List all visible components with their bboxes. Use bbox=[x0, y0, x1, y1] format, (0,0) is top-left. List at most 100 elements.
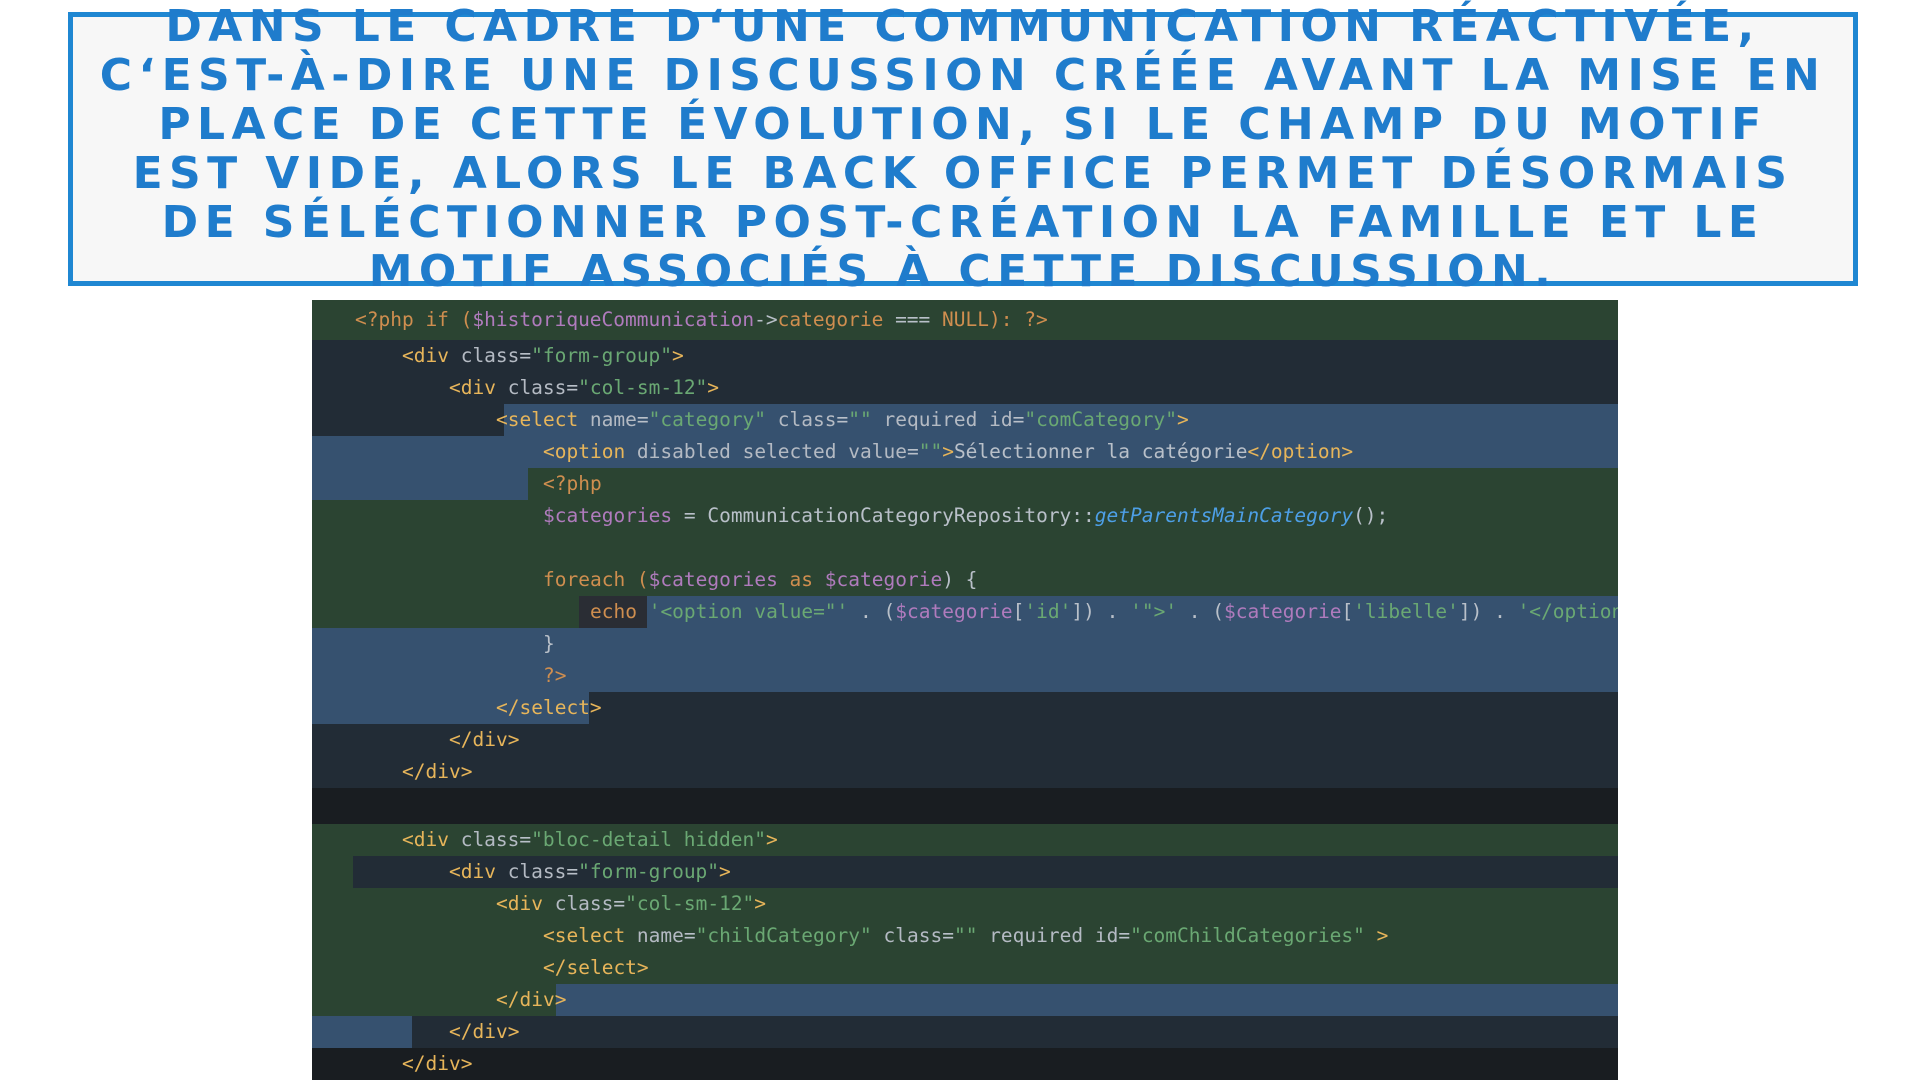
code-line: <div class="bloc-detail hidden"> bbox=[312, 824, 1618, 856]
line-highlight bbox=[312, 1016, 412, 1048]
line-highlight bbox=[528, 468, 1618, 500]
code-token: = bbox=[613, 892, 626, 915]
code-token: $categories bbox=[648, 568, 778, 591]
code-line: <div class="form-group"> bbox=[312, 856, 1618, 888]
code-token: $categorie bbox=[895, 600, 1013, 623]
code-token: = bbox=[566, 376, 579, 399]
code-token: '</option>'; bbox=[1517, 600, 1618, 623]
code-token: [ bbox=[1012, 600, 1025, 623]
line-highlight bbox=[312, 468, 528, 500]
code-text: <div class="form-group"> bbox=[402, 340, 684, 372]
code-token: required id bbox=[977, 924, 1119, 947]
code-token: = bbox=[636, 408, 649, 431]
code-token: </option> bbox=[1247, 440, 1354, 463]
code-token: (); bbox=[1353, 504, 1389, 527]
code-text: } bbox=[543, 628, 555, 660]
code-token: 'id' bbox=[1024, 600, 1072, 623]
code-token: class bbox=[507, 376, 567, 399]
code-token: . ( bbox=[1177, 600, 1225, 623]
code-text: <?php bbox=[543, 468, 602, 500]
code-token: > bbox=[765, 828, 778, 851]
code-token: "form-group" bbox=[531, 344, 673, 367]
code-token: = bbox=[519, 344, 532, 367]
code-token: = bbox=[566, 860, 579, 883]
code-token: class bbox=[871, 924, 943, 947]
code-line: foreach ($categories as $categorie) { bbox=[312, 564, 1618, 596]
line-highlight bbox=[312, 788, 1618, 824]
code-editor: <?php if ($historiqueCommunication->cate… bbox=[312, 300, 1618, 1080]
code-token: <div bbox=[402, 828, 461, 851]
code-token: ?> bbox=[543, 664, 567, 687]
code-token: "comCategory" bbox=[1024, 408, 1177, 431]
line-highlight bbox=[312, 888, 353, 920]
code-text: foreach ($categories as $categorie) { bbox=[543, 564, 977, 596]
code-token: class bbox=[554, 892, 614, 915]
code-text: </div> bbox=[402, 756, 472, 788]
code-line: } bbox=[312, 628, 1618, 660]
code-token: $historiqueCommunication bbox=[472, 308, 755, 331]
code-token: <select bbox=[543, 924, 637, 947]
code-token: ) { bbox=[942, 568, 978, 591]
code-token: ]) . bbox=[1071, 600, 1131, 623]
code-line: ?> bbox=[312, 660, 1618, 692]
code-line: </div> bbox=[312, 1048, 1618, 1080]
code-token: Sélectionner la catégorie bbox=[953, 440, 1248, 463]
code-line: <div class="col-sm-12"> bbox=[312, 372, 1618, 404]
code-token: = bbox=[906, 440, 919, 463]
code-line: <div class="form-group"> bbox=[312, 340, 1618, 372]
code-text: <div class="bloc-detail hidden"> bbox=[402, 824, 778, 856]
code-token: disabled selected value bbox=[636, 440, 907, 463]
line-highlight bbox=[312, 952, 1618, 984]
code-token: = bbox=[1118, 924, 1131, 947]
code-line: <select name="childCategory" class="" re… bbox=[312, 920, 1618, 952]
code-line: <?php if ($historiqueCommunication->cate… bbox=[312, 300, 1618, 340]
code-text: </div> bbox=[496, 984, 566, 1016]
code-token: > bbox=[719, 860, 731, 883]
code-text: ?> bbox=[543, 660, 566, 692]
code-token: <div bbox=[449, 860, 508, 883]
code-token: class bbox=[766, 408, 837, 431]
code-line bbox=[312, 532, 1618, 564]
code-token: foreach ( bbox=[543, 568, 649, 591]
code-line bbox=[312, 788, 1618, 824]
code-token: echo bbox=[590, 600, 649, 623]
code-text: </div> bbox=[402, 1048, 472, 1080]
code-line: </div> bbox=[312, 756, 1618, 788]
code-token: ]) . bbox=[1458, 600, 1518, 623]
code-token: $categories bbox=[543, 504, 673, 527]
code-token: </div> bbox=[402, 1052, 473, 1075]
code-token: "" bbox=[918, 440, 943, 463]
code-token: "" bbox=[953, 924, 978, 947]
code-token: "childCategory" bbox=[695, 924, 872, 947]
code-token: } bbox=[543, 632, 555, 655]
code-line: <div class="col-sm-12"> bbox=[312, 888, 1618, 920]
code-token: </div> bbox=[496, 988, 567, 1011]
code-token: > bbox=[942, 440, 954, 463]
code-text: </div> bbox=[449, 724, 519, 756]
code-text: <option disabled selected value="">Sélec… bbox=[543, 436, 1353, 468]
description-banner: Dans le cadre d‘une communication réacti… bbox=[68, 2, 1858, 296]
code-line: <option disabled selected value="">Sélec… bbox=[312, 436, 1618, 468]
code-token: "" bbox=[848, 408, 872, 431]
code-text: <select name="category" class="" require… bbox=[496, 404, 1189, 436]
code-token: required id bbox=[871, 408, 1013, 431]
code-token: </select> bbox=[496, 696, 602, 719]
code-token: = bbox=[683, 924, 696, 947]
code-line: $categories = CommunicationCategoryRepos… bbox=[312, 500, 1618, 532]
code-text: $categories = CommunicationCategoryRepos… bbox=[543, 500, 1388, 532]
code-token: '">' bbox=[1130, 600, 1178, 623]
code-line: </div> bbox=[312, 1016, 1618, 1048]
code-text: echo '<option value="' . ($categorie['id… bbox=[590, 596, 1618, 628]
code-line: </select> bbox=[312, 692, 1618, 724]
code-token: $categorie bbox=[824, 568, 943, 591]
code-token: class bbox=[507, 860, 567, 883]
code-token: name bbox=[589, 408, 637, 431]
code-token: class bbox=[460, 344, 520, 367]
code-line: </div> bbox=[312, 724, 1618, 756]
code-token: = bbox=[1012, 408, 1025, 431]
code-token: <?php if ( bbox=[355, 308, 473, 331]
code-line: <select name="category" class="" require… bbox=[312, 404, 1618, 436]
code-line: <?php bbox=[312, 468, 1618, 500]
code-line: </select> bbox=[312, 952, 1618, 984]
code-token: NULL bbox=[942, 308, 989, 331]
